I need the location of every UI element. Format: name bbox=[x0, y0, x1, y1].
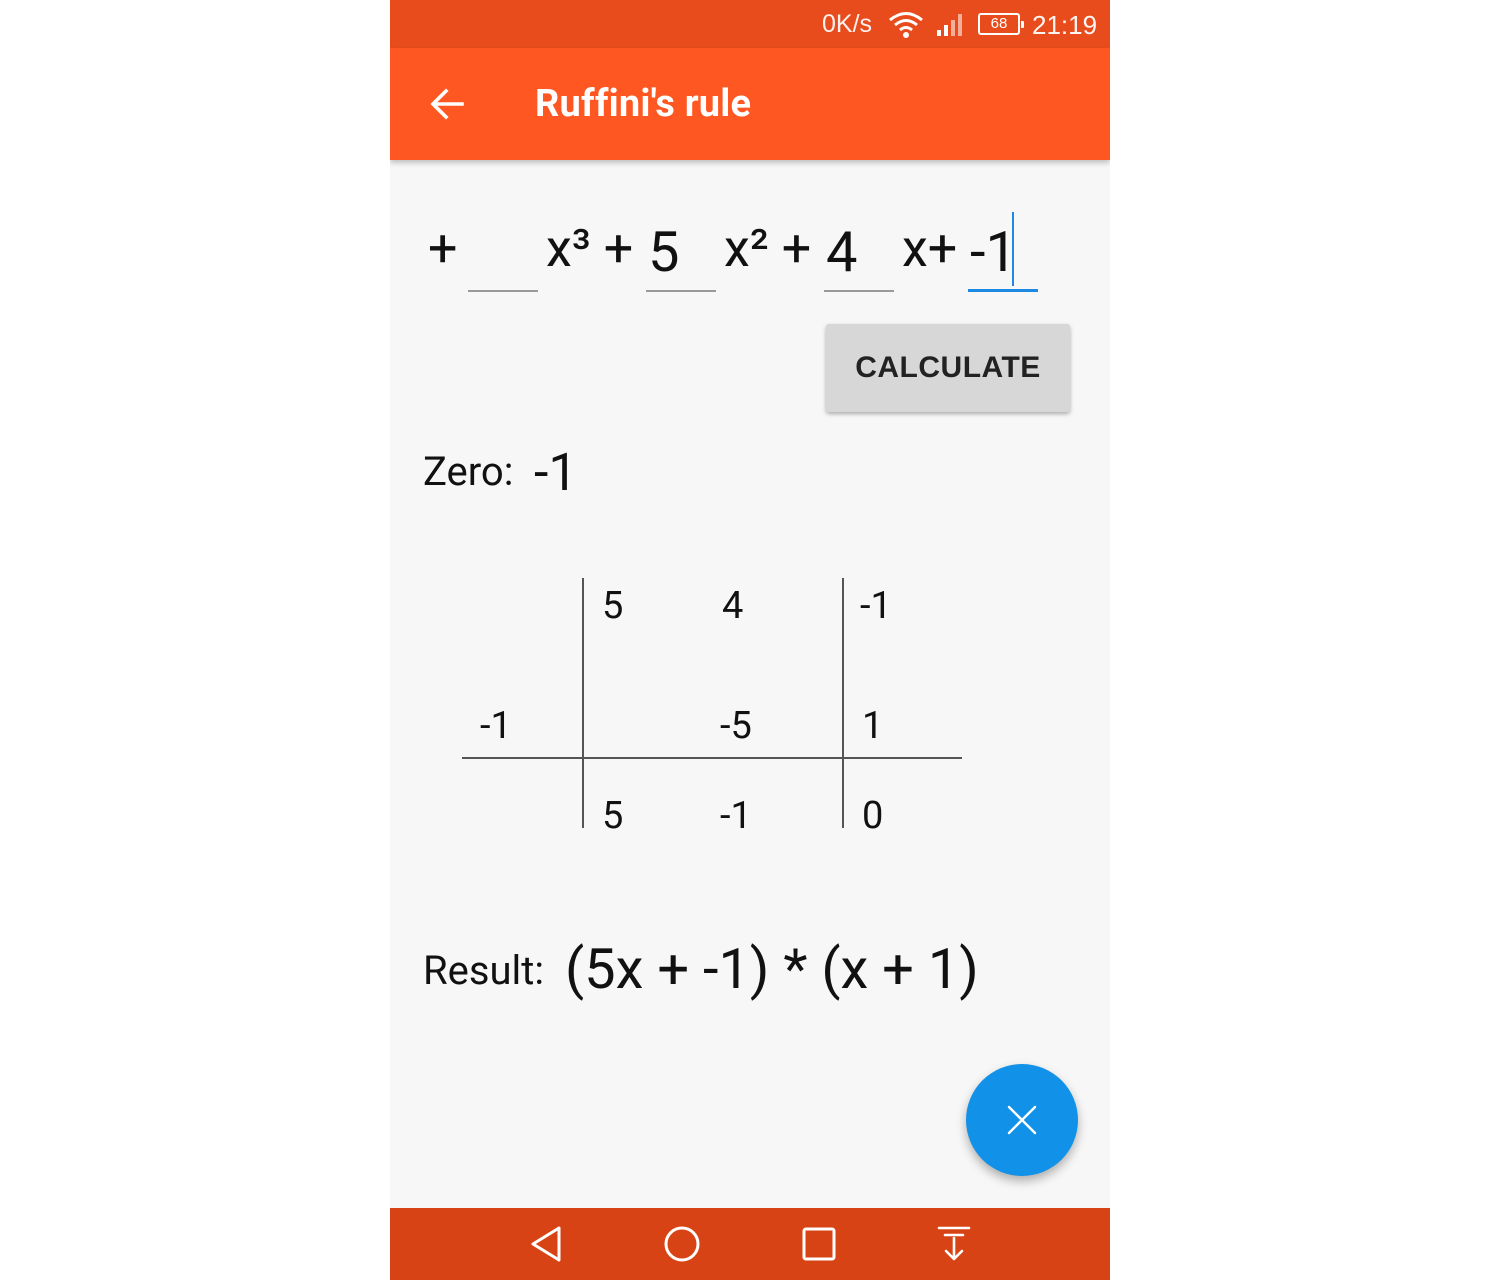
table-divider-horizontal bbox=[462, 757, 962, 759]
table-cell: 1 bbox=[862, 704, 884, 748]
battery-level: 68 bbox=[990, 15, 1008, 32]
arrow-back-icon[interactable] bbox=[428, 85, 466, 123]
result-label: Result: bbox=[423, 947, 545, 994]
coef-x1-field[interactable]: 4 bbox=[824, 220, 894, 292]
coef-x2-field[interactable]: 5 bbox=[646, 220, 716, 292]
zero-label: Zero: bbox=[423, 448, 514, 495]
table-cell: -5 bbox=[720, 704, 752, 748]
home-circle-icon[interactable] bbox=[662, 1224, 702, 1264]
table-cell: 5 bbox=[602, 794, 624, 838]
table-divisor: -1 bbox=[480, 704, 512, 748]
table-cell: 5 bbox=[602, 584, 624, 628]
term-x1-label: x+ bbox=[902, 218, 958, 279]
status-bar: 0K/s 68 21:19 bbox=[390, 0, 1110, 48]
leading-sign: + bbox=[428, 218, 458, 279]
text-caret bbox=[1012, 212, 1014, 286]
clock: 21:19 bbox=[1032, 10, 1098, 40]
table-cell: 0 bbox=[862, 794, 884, 838]
app-toolbar: Ruffini's rule bbox=[390, 48, 1110, 160]
term-x2-label: x² + bbox=[724, 218, 812, 279]
table-divider-left bbox=[582, 578, 584, 828]
close-icon bbox=[1007, 1105, 1037, 1135]
coef-x3-field[interactable] bbox=[468, 220, 538, 292]
ruffini-table: 5 4 -1 -1 -5 1 5 -1 0 bbox=[390, 570, 1110, 840]
polynomial-input-row: + x³ + 5 x² + 4 x+ -1 bbox=[390, 200, 1110, 310]
table-divider-right bbox=[842, 578, 844, 828]
table-cell: 4 bbox=[722, 584, 744, 628]
back-triangle-icon[interactable] bbox=[527, 1224, 565, 1264]
zero-value: -1 bbox=[534, 442, 578, 503]
system-nav-bar bbox=[390, 1208, 1110, 1280]
result-value: (5x + -1) * (x + 1) bbox=[565, 936, 979, 1002]
signal-icon bbox=[937, 14, 962, 36]
coef-x0-field[interactable]: -1 bbox=[968, 220, 1038, 292]
table-cell: -1 bbox=[860, 584, 892, 628]
clear-fab-button[interactable] bbox=[966, 1064, 1078, 1176]
wifi-icon bbox=[889, 12, 923, 38]
notification-pull-icon[interactable] bbox=[935, 1224, 973, 1264]
table-cell: -1 bbox=[720, 794, 752, 838]
battery-icon: 68 bbox=[978, 13, 1024, 35]
page-title: Ruffini's rule bbox=[535, 82, 752, 126]
calculate-button[interactable]: CALCULATE bbox=[826, 324, 1070, 412]
phone-screen: 0K/s 68 21:19 Ruffini's rule + x³ + 5 x²… bbox=[390, 0, 1110, 1280]
term-x3-label: x³ + bbox=[546, 218, 634, 279]
net-speed: 0K/s bbox=[822, 10, 873, 38]
recents-square-icon[interactable] bbox=[800, 1224, 838, 1264]
